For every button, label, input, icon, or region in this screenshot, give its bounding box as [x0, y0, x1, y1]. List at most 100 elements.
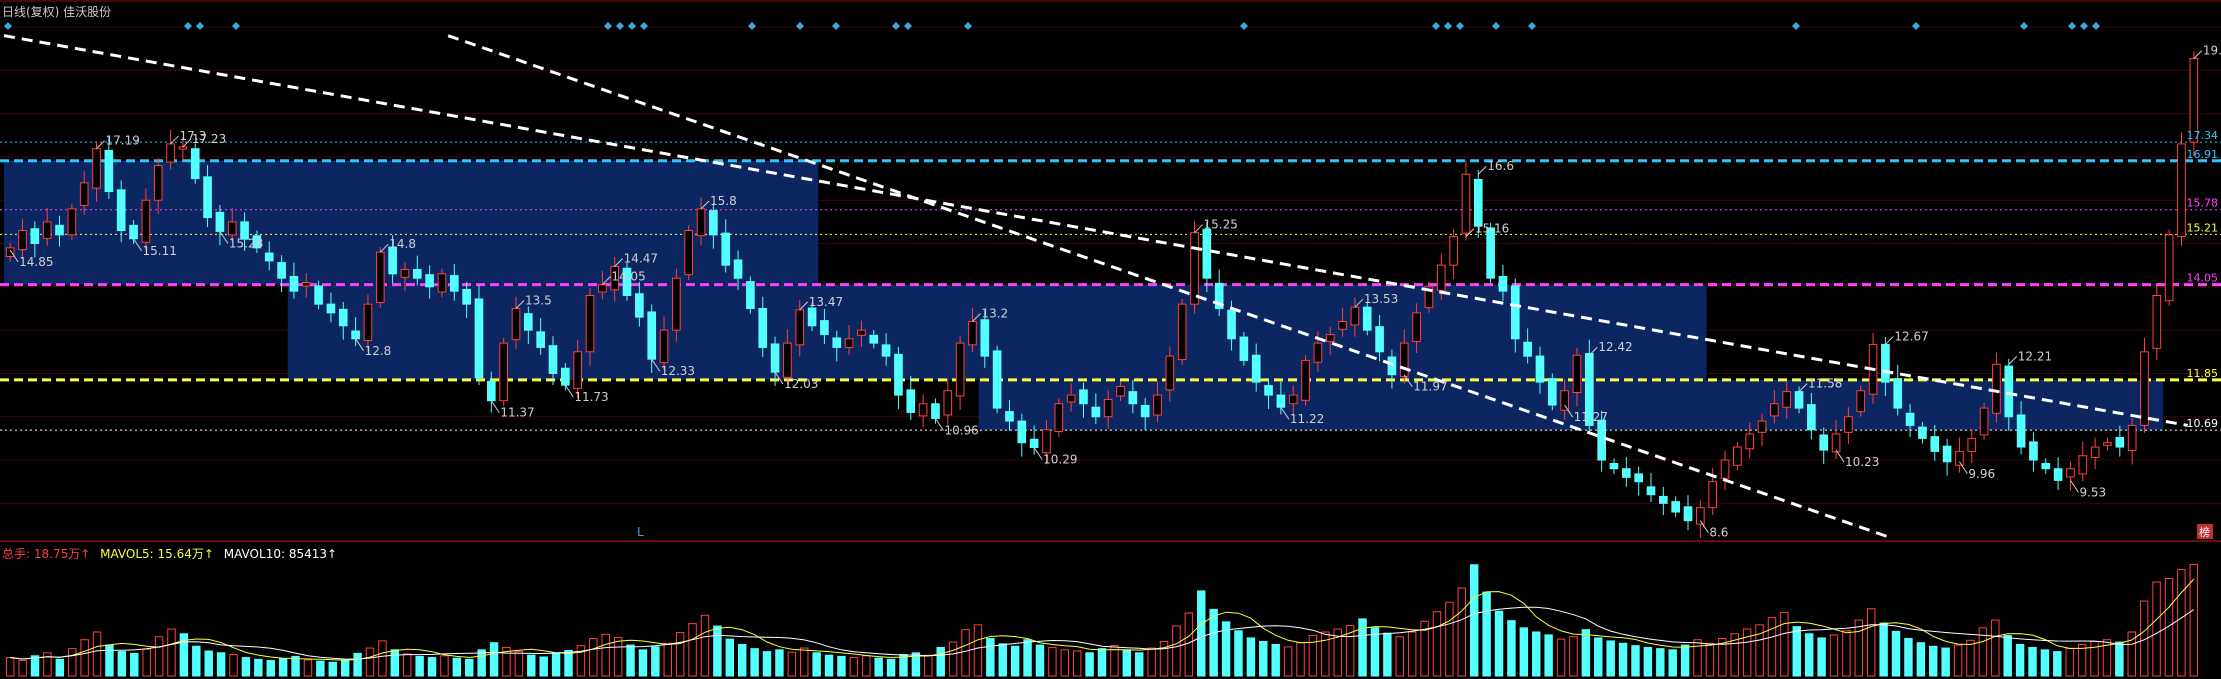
candle-body: [227, 221, 237, 236]
volume-bar: [1581, 629, 1591, 677]
candle-body: [955, 342, 965, 397]
candle-body: [2041, 463, 2051, 470]
volume-bar: [2189, 563, 2199, 677]
candle-body: [264, 252, 274, 262]
volume-bar: [117, 651, 127, 677]
candle-body: [659, 329, 669, 364]
candle-body: [326, 303, 336, 314]
volume-bar: [68, 648, 77, 677]
volume-bar: [167, 628, 176, 677]
volume-bar: [154, 636, 164, 677]
candle-body: [301, 281, 311, 287]
volume-bar: [663, 642, 672, 677]
volume-bar: [1767, 617, 1777, 677]
candle-body: [1609, 463, 1619, 470]
volume-bar: [1631, 645, 1640, 677]
price-annotation: 15.16: [1475, 222, 1509, 236]
candle-body: [1844, 416, 1853, 433]
volume-bar: [92, 631, 102, 677]
volume-bar: [1606, 640, 1615, 677]
candle-body: [400, 269, 410, 278]
price-annotation: 14.85: [19, 255, 53, 269]
volume-bar: [1594, 637, 1603, 677]
candle-body: [1979, 407, 1989, 436]
volume-bar: [216, 652, 226, 677]
price-annotation: 9.96: [1968, 467, 1995, 481]
candle-body: [55, 224, 64, 236]
volume-bar: [1879, 622, 1888, 677]
volume-bar: [961, 629, 970, 677]
volume-bar: [713, 625, 722, 677]
volume-bar: [1035, 644, 1045, 677]
candle-body: [1288, 394, 1298, 405]
volume-bar: [2015, 643, 2025, 677]
volume-bar: [1134, 652, 1144, 677]
candle-body: [1955, 450, 1964, 466]
volume-bar: [1532, 631, 1541, 677]
volume-bar: [1184, 612, 1194, 677]
volume-bar: [353, 652, 362, 677]
candle-body: [1005, 411, 1014, 422]
volume-bar: [1122, 649, 1132, 677]
volume-bar: [1321, 631, 1330, 677]
price-annotation: 13.5: [525, 293, 552, 307]
candle-body: [1881, 343, 1890, 383]
chart-canvas[interactable]: 14.8517.1915.1117.317.2315.2812.814.811.…: [0, 0, 2221, 679]
volume-bar: [812, 652, 821, 677]
volume-bar: [254, 658, 263, 677]
candle-body: [733, 259, 743, 279]
candle-body: [166, 143, 175, 163]
candle-body: [795, 309, 805, 346]
volume-bar: [551, 652, 561, 677]
volume-bar: [862, 655, 871, 677]
volume-bar: [1234, 630, 1243, 677]
volume-bar: [824, 654, 834, 677]
price-annotation: 10.96: [944, 423, 978, 437]
volume-bar: [2115, 641, 2124, 677]
candle-body: [1659, 495, 1668, 504]
volume-bar: [775, 649, 784, 677]
candle-body: [1177, 303, 1187, 361]
volume-bar: [390, 649, 400, 677]
candle-body: [1387, 356, 1397, 376]
price-annotation: 15.11: [143, 244, 177, 258]
volume-bar: [340, 660, 350, 677]
candle-body: [820, 320, 829, 335]
volume-bar: [1643, 646, 1653, 677]
volume-bar: [328, 661, 338, 677]
candle-body: [1399, 342, 1409, 377]
price-annotation: 13.2: [981, 306, 1008, 320]
axis-price-label: 15.21: [2187, 221, 2219, 234]
volume-bar: [316, 660, 325, 677]
volume-bar: [986, 638, 995, 677]
volume-bar: [998, 643, 1007, 677]
volume-bar: [1023, 639, 1032, 677]
candle-body: [1819, 434, 1829, 451]
candle-body: [511, 307, 521, 341]
volume-bar: [2177, 569, 2186, 677]
volume-bar: [1544, 634, 1553, 677]
price-annotation: 17.23: [192, 132, 226, 146]
price-annotation: 11.27: [1574, 410, 1608, 424]
price-annotation: 12.67: [1894, 329, 1928, 343]
candle-body: [215, 211, 225, 232]
volume-bar: [303, 659, 313, 677]
volume-bar: [1383, 632, 1392, 677]
volume-bar: [1494, 610, 1504, 677]
candle-body: [141, 199, 151, 243]
candle-body: [1671, 501, 1680, 513]
volume-bar: [514, 651, 524, 677]
volume-bar: [527, 654, 536, 677]
price-annotation: 11.97: [1413, 380, 1447, 394]
candle-body: [1510, 285, 1520, 340]
volume-bar: [1283, 646, 1293, 677]
candle-body: [635, 293, 644, 318]
volume-bar: [762, 651, 772, 677]
volume-bar: [1172, 625, 1181, 677]
candle-body: [129, 224, 138, 240]
candle-body: [1992, 363, 2001, 414]
candle-body: [1930, 436, 1940, 452]
candle-body: [980, 319, 990, 357]
candle-body: [1696, 507, 1705, 525]
candle-body: [1461, 173, 1471, 234]
